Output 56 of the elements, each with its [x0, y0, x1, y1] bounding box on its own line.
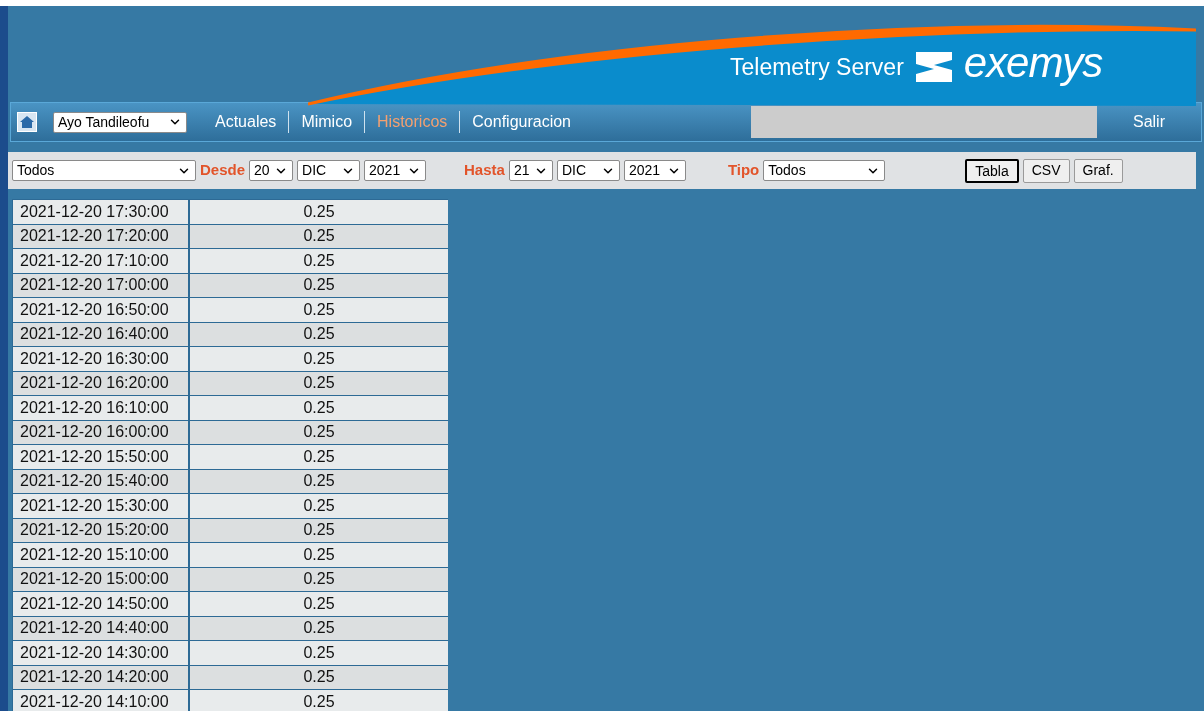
day-select[interactable]: 20 [249, 160, 294, 181]
view-button[interactable]: Graf. [1073, 158, 1123, 183]
nav-tab[interactable]: Configuracion [466, 110, 577, 134]
view-button[interactable]: Tabla [965, 158, 1019, 183]
site-select[interactable]: Ayo Tandileofu [53, 111, 187, 133]
table-cell-text: 0.25 [302, 373, 336, 394]
table-cell-text: 0.25 [302, 569, 336, 590]
month-select[interactable]: DIC [556, 160, 620, 181]
brand-logo: exemys [963, 42, 1103, 85]
table-cell-text: 0.25 [302, 250, 336, 271]
view-button[interactable]: CSV [1022, 158, 1070, 183]
table-cell: 2021-12-20 14:30:00 [13, 641, 190, 665]
table-cell-text: 0.25 [302, 544, 336, 565]
type-select[interactable]: Todos [763, 160, 886, 181]
home-button[interactable] [17, 112, 37, 132]
table-cell-text: 0.25 [302, 324, 336, 345]
type-label: Tipo [727, 160, 760, 181]
table-cell: 2021-12-20 17:30:00 [13, 200, 190, 224]
table-cell: 2021-12-20 16:30:00 [13, 347, 190, 371]
table-cell: 2021-12-20 17:10:00 [13, 249, 190, 273]
table-cell-text: 0.25 [302, 593, 336, 614]
to-label: Hasta [464, 160, 505, 181]
table-cell: 2021-12-20 15:50:00 [13, 445, 190, 469]
table-cell: 2021-12-20 16:10:00 [13, 396, 190, 420]
table-cell-text: 0.25 [302, 275, 336, 296]
table-cell-text: 0.25 [302, 397, 336, 418]
nav-tab[interactable]: Actuales [209, 110, 283, 134]
table-cell: 2021-12-20 16:50:00 [13, 298, 190, 322]
table-cell-text: 0.25 [302, 471, 336, 492]
month-select[interactable]: DIC [297, 160, 361, 181]
table-cell-text: 0.25 [302, 495, 336, 516]
table-cell: 2021-12-20 14:10:00 [13, 690, 190, 711]
year-select[interactable]: 2021 [364, 160, 427, 181]
table-cell: 2021-12-20 15:10:00 [13, 543, 190, 567]
logout-link[interactable]: Salir [1097, 110, 1201, 134]
year-select[interactable]: 2021 [623, 160, 686, 181]
table-cell-text: 0.25 [302, 299, 336, 320]
home-icon [20, 116, 34, 128]
table-cell-text: 0.25 [302, 642, 336, 663]
table-cell-text: 0.25 [302, 520, 336, 541]
product-title: Telemetry Server [730, 53, 904, 82]
nav-tab[interactable]: Mimico [295, 110, 359, 134]
day-select[interactable]: 21 [508, 160, 553, 181]
table-cell: 2021-12-20 15:30:00 [13, 494, 190, 518]
variable-select[interactable]: Todos [12, 160, 196, 181]
table-cell-text: 0.25 [302, 226, 336, 247]
table-cell-text: 0.25 [302, 618, 336, 639]
table-cell-text: 0.25 [302, 348, 336, 369]
table-cell-text: 0.25 [302, 691, 336, 711]
table-cell: 2021-12-20 14:50:00 [13, 592, 190, 616]
table-cell-text: 0.25 [302, 201, 336, 222]
logo-icon [915, 52, 952, 83]
table-cell-text: 0.25 [302, 446, 336, 467]
table-cell-text: 0.25 [302, 667, 336, 688]
table-cell-text: 0.25 [302, 422, 336, 443]
from-label: Desde [200, 160, 246, 181]
